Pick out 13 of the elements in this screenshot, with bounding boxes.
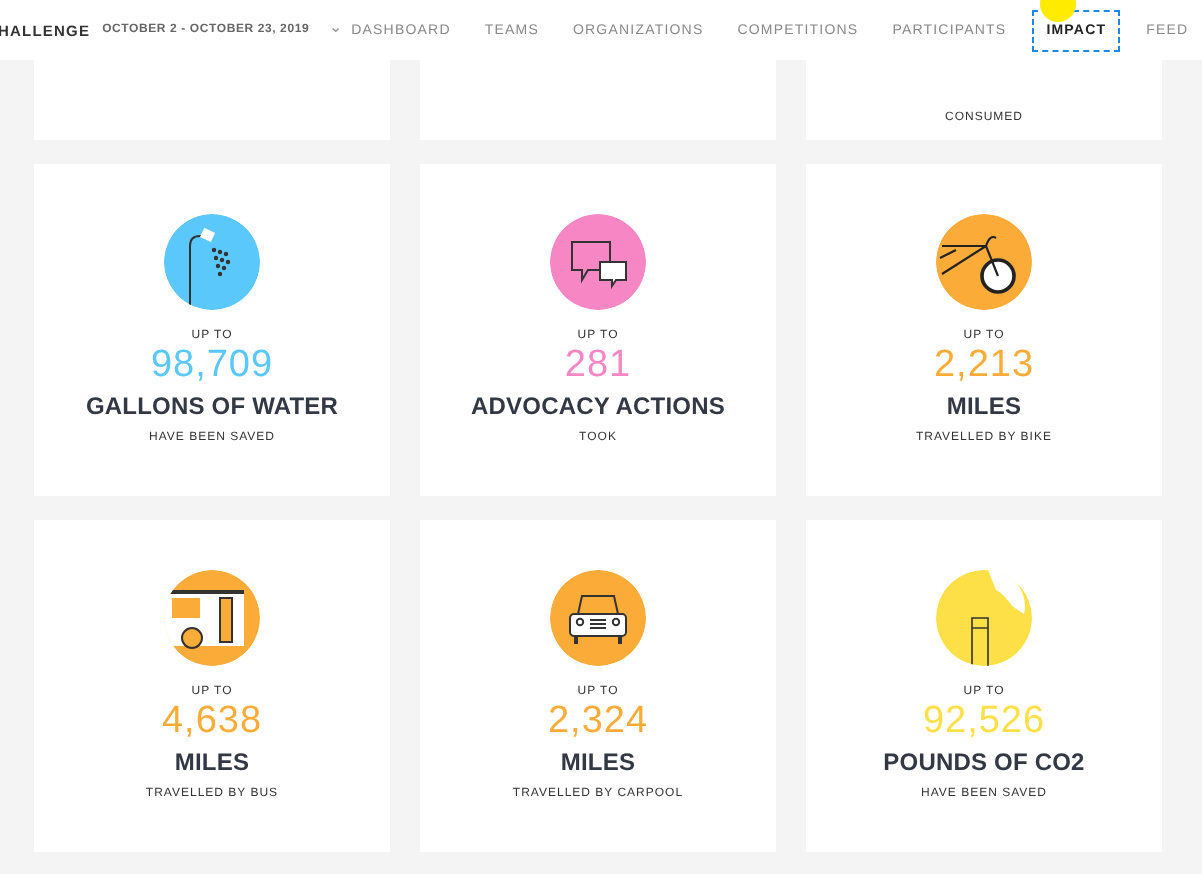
stat-value: 98,709 [150, 342, 274, 390]
stat-title: POUNDS OF CO2 [883, 746, 1085, 780]
stat-value: 92,526 [922, 698, 1046, 746]
stat-value: 2,324 [547, 698, 649, 746]
stat-value: 2,213 [933, 342, 1035, 390]
stat-title: GALLONS OF WATER [85, 390, 339, 424]
stat-title: ADVOCACY ACTIONS [471, 390, 725, 424]
stat-title: MILES [560, 746, 636, 780]
stat-value: 4,638 [161, 698, 263, 746]
dropdown-chevron[interactable]: ⌄ [329, 17, 344, 35]
stat-value: 281 [564, 342, 632, 390]
stat-title: MILES [174, 746, 250, 780]
stat-title: MILES [946, 390, 1022, 424]
